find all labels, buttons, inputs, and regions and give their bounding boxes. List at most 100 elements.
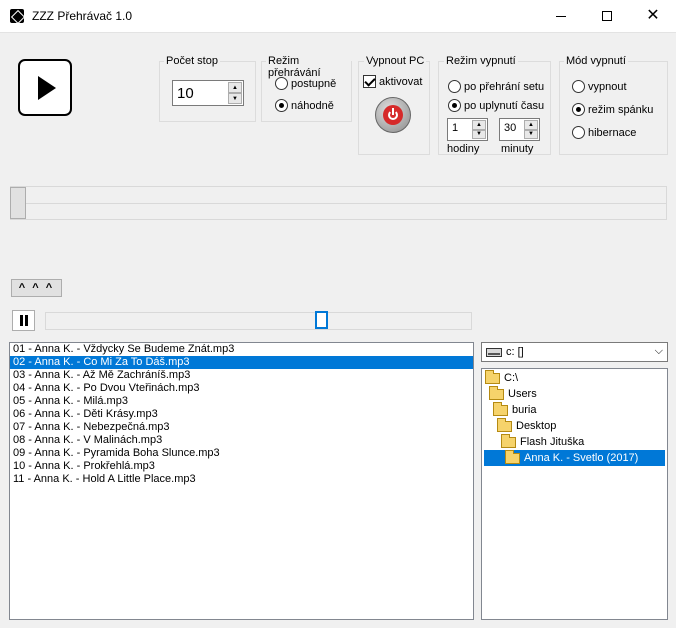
radio-selected-icon: [572, 103, 585, 116]
expand-button[interactable]: ^ ^ ^: [11, 279, 62, 297]
playlist-item[interactable]: 05 - Anna K. - Milá.mp3: [10, 395, 473, 408]
tree-item-label: Flash Jituška: [520, 436, 585, 448]
radio-shutdown[interactable]: vypnout: [572, 80, 627, 93]
stepper-down-icon[interactable]: ▼: [228, 93, 242, 104]
playlist-item[interactable]: 10 - Anna K. - Prokřehlá.mp3: [10, 460, 473, 473]
volume-slider-track[interactable]: [45, 312, 472, 330]
off-mode-group: Mód vypnutí vypnout režim spánku hiberna…: [559, 55, 668, 155]
folder-open-icon: [493, 401, 508, 416]
radio-icon: [275, 77, 288, 90]
tracks-count-title: Počet stop: [164, 55, 220, 67]
folder-tree[interactable]: C:\ Users buria Desktop Flash Jituška An…: [481, 368, 668, 620]
seek-track-top: [10, 186, 667, 204]
stepper-arrows: ▲ ▼: [472, 120, 486, 139]
playlist-item[interactable]: 11 - Anna K. - Hold A Little Place.mp3: [10, 473, 473, 486]
radio-label: vypnout: [588, 80, 627, 93]
stepper-up-icon[interactable]: ▲: [524, 120, 538, 130]
radio-selected-icon: [448, 99, 461, 112]
off-mode-title: Mód vypnutí: [564, 55, 628, 67]
play-icon: [38, 76, 56, 100]
radio-label: náhodně: [291, 99, 334, 112]
hours-stepper[interactable]: 1 ▲ ▼: [447, 118, 488, 141]
folder-open-icon: [505, 449, 520, 464]
chevron-down-icon: ⌵: [654, 345, 663, 357]
playlist-item[interactable]: 08 - Anna K. - V Malinách.mp3: [10, 434, 473, 447]
tracks-count-group: Počet stop 10 ▲ ▼: [159, 55, 256, 122]
radio-hibernate[interactable]: hibernace: [572, 126, 636, 139]
radio-after-set[interactable]: po přehrání setu: [448, 80, 544, 93]
tree-item-label: Anna K. - Svetlo (2017): [524, 452, 639, 464]
radio-icon: [448, 80, 461, 93]
tree-item[interactable]: Desktop: [497, 417, 559, 434]
radio-label: hibernace: [588, 126, 637, 139]
power-icon-bg: [383, 105, 403, 125]
playlist[interactable]: 01 - Anna K. - Vždycky Se Budeme Znát.mp…: [9, 342, 474, 620]
radio-icon: [572, 126, 585, 139]
stepper-down-icon[interactable]: ▼: [472, 129, 486, 139]
power-button[interactable]: [375, 97, 411, 133]
volume-slider-thumb[interactable]: [315, 311, 328, 329]
playback-mode-group: Režim přehrávání postupně náhodně: [261, 55, 352, 122]
tree-item[interactable]: Users: [489, 385, 540, 402]
playlist-item[interactable]: 06 - Anna K. - Děti Krásy.mp3: [10, 408, 473, 421]
radio-selected-icon: [275, 99, 288, 112]
playlist-item-selected[interactable]: 02 - Anna K. - Co Mi Za To Dáš.mp3: [10, 356, 473, 369]
radio-label: po přehrání setu: [464, 80, 545, 93]
radio-sequential[interactable]: postupně: [275, 77, 336, 90]
stepper-up-icon[interactable]: ▲: [228, 82, 242, 93]
stepper-up-icon[interactable]: ▲: [472, 120, 486, 130]
tree-item[interactable]: C:\: [485, 369, 521, 386]
radio-sleep[interactable]: režim spánku: [572, 103, 653, 116]
radio-label: režim spánku: [588, 103, 654, 116]
app-icon: [10, 9, 24, 23]
tracks-count-stepper[interactable]: 10 ▲ ▼: [172, 80, 244, 106]
minimize-icon: [556, 15, 566, 17]
pause-icon: [19, 315, 28, 326]
close-button[interactable]: ✕: [630, 0, 676, 32]
minutes-label: minuty: [501, 143, 534, 155]
tracks-count-value: 10: [177, 85, 194, 102]
drive-select[interactable]: c: [] ⌵: [481, 342, 668, 362]
radio-random[interactable]: náhodně: [275, 99, 334, 112]
power-icon: [388, 108, 398, 120]
tree-item[interactable]: buria: [493, 401, 539, 418]
tree-item-label: buria: [512, 404, 537, 416]
folder-open-icon: [485, 369, 500, 384]
play-button[interactable]: [18, 59, 72, 116]
minutes-stepper[interactable]: 30 ▲ ▼: [499, 118, 540, 141]
shutdown-mode-title: Režim vypnutí: [444, 55, 518, 67]
seek-track-bottom: [10, 204, 667, 220]
tree-item[interactable]: Flash Jituška: [501, 433, 587, 450]
maximize-button[interactable]: [584, 0, 630, 32]
radio-label: po uplynutí času: [464, 99, 545, 112]
seek-thumb[interactable]: [10, 187, 26, 219]
seek-bar[interactable]: [10, 186, 667, 221]
playlist-item[interactable]: 03 - Anna K. - Až Mě Zachráníš.mp3: [10, 369, 473, 382]
shutdown-mode-group: Režim vypnutí po přehrání setu po uplynu…: [438, 55, 551, 155]
playlist-item[interactable]: 09 - Anna K. - Pyramida Boha Slunce.mp3: [10, 447, 473, 460]
stepper-down-icon[interactable]: ▼: [524, 129, 538, 139]
activate-label: aktivovat: [379, 75, 423, 88]
window-title: ZZZ Přehrávač 1.0: [32, 9, 133, 23]
radio-icon: [572, 80, 585, 93]
close-icon: ✕: [646, 7, 660, 24]
tree-item-selected[interactable]: Anna K. - Svetlo (2017): [484, 449, 665, 466]
pause-button[interactable]: [12, 310, 35, 331]
tree-item-label: Desktop: [516, 420, 557, 432]
hours-value: 1: [452, 122, 459, 134]
playlist-item[interactable]: 07 - Anna K. - Nebezpečná.mp3: [10, 421, 473, 434]
playlist-item[interactable]: 04 - Anna K. - Po Dvou Vteřinách.mp3: [10, 382, 473, 395]
stepper-arrows: ▲ ▼: [228, 82, 242, 104]
minutes-value: 30: [504, 122, 517, 134]
hours-label: hodiny: [447, 143, 480, 155]
activate-checkbox[interactable]: aktivovat: [363, 75, 422, 88]
playlist-item[interactable]: 01 - Anna K. - Vždycky Se Budeme Znát.mp…: [10, 343, 473, 356]
radio-after-time[interactable]: po uplynutí času: [448, 99, 544, 112]
folder-open-icon: [489, 385, 504, 400]
drive-icon: [486, 348, 502, 357]
maximize-icon: [602, 11, 612, 21]
title-bar: ZZZ Přehrávač 1.0 ✕: [0, 0, 676, 32]
checkbox-checked-icon: [363, 75, 376, 88]
minimize-button[interactable]: [538, 0, 584, 32]
tree-item-label: C:\: [504, 372, 519, 384]
